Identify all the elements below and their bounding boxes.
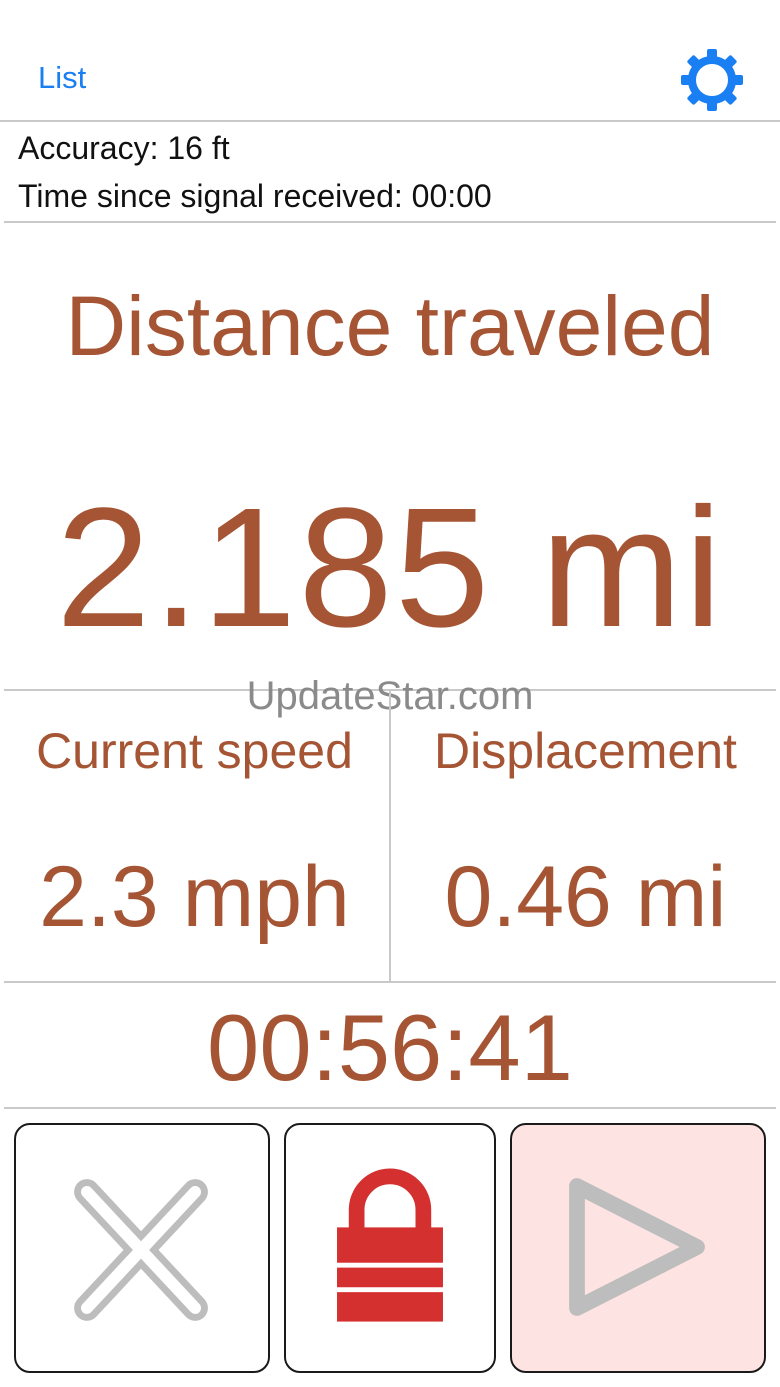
speed-value: 2.3 mph [39,849,350,945]
play-button[interactable] [510,1123,766,1373]
distance-label: Distance traveled [65,279,715,373]
list-button[interactable]: List [38,60,86,96]
divider [4,1107,776,1109]
distance-value: 2.185 mi [55,473,725,663]
divider [4,981,776,983]
gear-icon[interactable] [680,48,744,112]
divider [0,120,780,122]
navigation-bar: List [0,0,780,120]
displacement-label: Displacement [434,723,737,779]
reset-button[interactable] [14,1123,270,1373]
play-icon [569,1178,705,1316]
divider [4,221,776,223]
lock-icon [337,1168,443,1322]
displacement-value: 0.46 mi [444,849,727,945]
accuracy-text: Accuracy: 16 ft [18,130,230,166]
signal-time-text: Time since signal received: 00:00 [18,178,492,214]
close-icon [74,1179,208,1321]
speed-label: Current speed [36,723,353,779]
elapsed-time: 00:56:41 [207,995,573,1100]
lock-button[interactable] [284,1123,496,1373]
